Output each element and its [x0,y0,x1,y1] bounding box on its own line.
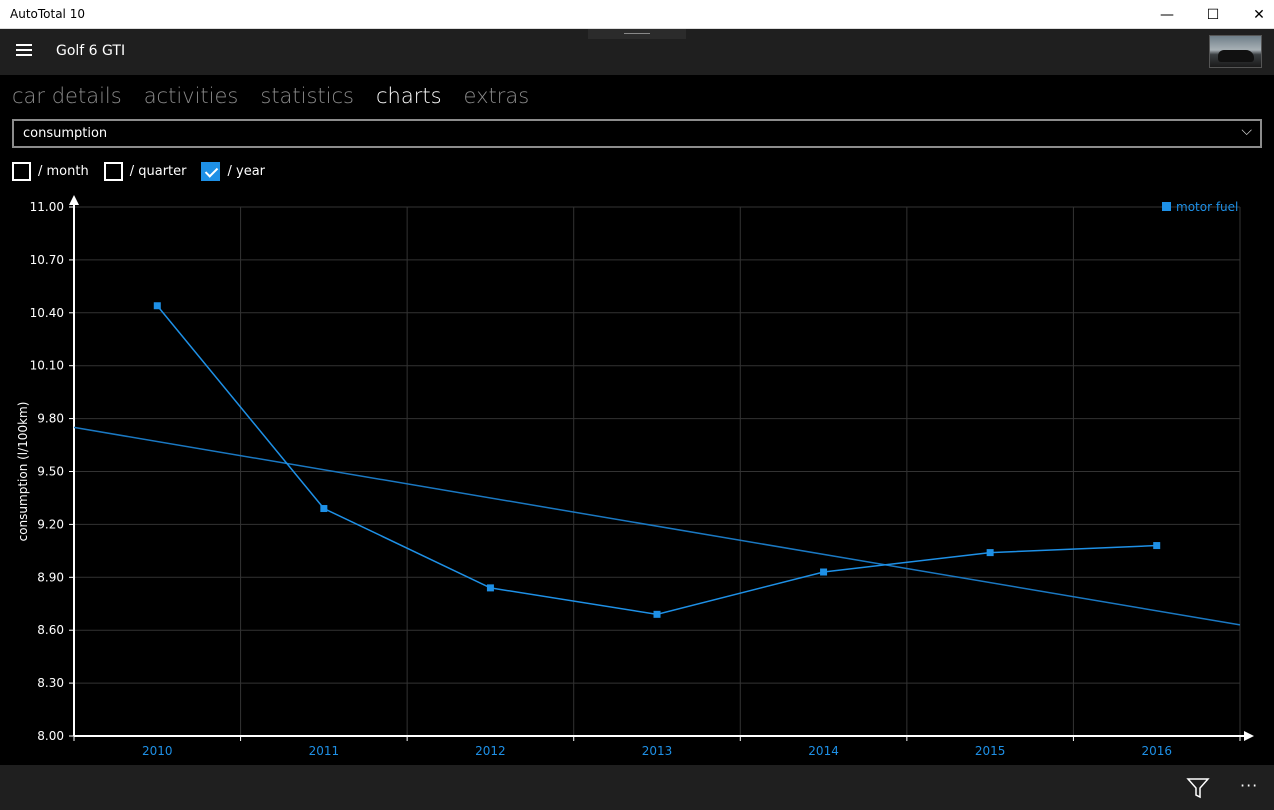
series-line-motor-fuel [156,305,1157,616]
tab-activities[interactable]: activities [144,84,239,114]
car-name: Golf 6 GTI [56,43,126,59]
data-point [986,549,994,557]
x-tick-label: 2016 [1141,744,1172,758]
x-tick-label: 2011 [309,744,340,758]
legend-label: motor fuel [1176,200,1238,214]
car-photo-thumbnail[interactable] [1209,35,1262,68]
y-tick-label: 10.40 [30,306,64,320]
x-tick-label: 2014 [808,744,839,758]
data-point [820,568,828,576]
hamburger-menu-icon[interactable] [16,44,32,58]
x-axis-arrow [1244,731,1254,741]
close-button[interactable]: ✕ [1236,0,1274,29]
y-tick-label: 9.50 [37,465,64,479]
x-tick-label: 2010 [142,744,173,758]
y-tick-label: 8.90 [37,570,64,584]
data-point [1153,542,1161,550]
checkbox-year-label: / year [227,163,265,179]
y-tick-label: 11.00 [30,200,64,214]
tab-statistics[interactable]: statistics [260,84,354,114]
legend-marker [1162,202,1171,211]
y-tick-label: 10.10 [30,359,64,373]
checkbox-year-box[interactable] [201,161,221,181]
y-tick-label: 10.70 [30,253,64,267]
y-axis-label: consumption (l/100km) [16,402,30,542]
y-tick-label: 8.00 [37,729,64,743]
data-point [153,302,161,310]
data-point [486,584,494,592]
y-tick-label: 8.30 [37,676,64,690]
checkbox-quarter-box[interactable] [103,161,123,181]
drag-handle[interactable] [588,29,686,39]
x-tick-label: 2012 [475,744,506,758]
period-checkboxes: / month / quarter / year [12,161,280,181]
consumption-chart: 8.00 8.30 8.60 8.90 9.20 9.50 9.80 10.10 10.40 10… [0,188,1274,765]
chart-type-dropdown[interactable]: consumption ⌵ [12,119,1262,148]
command-bar: ··· [0,765,1274,810]
checkbox-quarter[interactable]: / quarter [103,161,187,181]
data-point [653,610,661,618]
checkbox-month-box[interactable] [12,161,31,181]
checkbox-month[interactable]: / month [12,161,89,181]
y-tick-label: 9.80 [37,412,64,426]
pivot-tabs: car details activities statistics charts… [12,84,551,114]
close-icon: ✕ [1253,6,1265,23]
tab-extras[interactable]: extras [464,84,530,114]
y-axis-arrow [69,195,79,205]
chevron-down-icon: ⌵ [1241,123,1252,139]
data-point [320,505,328,513]
maximize-icon: ☐ [1206,6,1220,23]
x-tick-label: 2013 [642,744,673,758]
y-tick-label: 9.20 [37,517,64,531]
chart-svg: 8.00 8.30 8.60 8.90 9.20 9.50 9.80 10.10 10.40 10… [16,195,1254,758]
maximize-button[interactable]: ☐ [1190,0,1236,29]
app-header: Golf 6 GTI [0,29,1274,75]
trend-line [73,426,1241,626]
checkbox-quarter-label: / quarter [129,163,187,179]
dropdown-selected-value: consumption [23,126,108,141]
more-options-icon[interactable]: ··· [1240,776,1258,795]
tab-car-details[interactable]: car details [12,84,122,114]
window-title: AutoTotal 10 [10,7,85,21]
minimize-button[interactable]: — [1144,0,1190,29]
window-titlebar: AutoTotal 10 — ☐ ✕ [0,0,1274,29]
minimize-icon: — [1160,6,1174,23]
filter-icon[interactable] [1186,777,1210,799]
checkbox-month-label: / month [38,163,89,179]
y-tick-label: 8.60 [37,623,64,637]
x-tick-label: 2015 [975,744,1006,758]
checkbox-year[interactable]: / year [201,161,265,181]
tab-charts[interactable]: charts [376,84,442,114]
